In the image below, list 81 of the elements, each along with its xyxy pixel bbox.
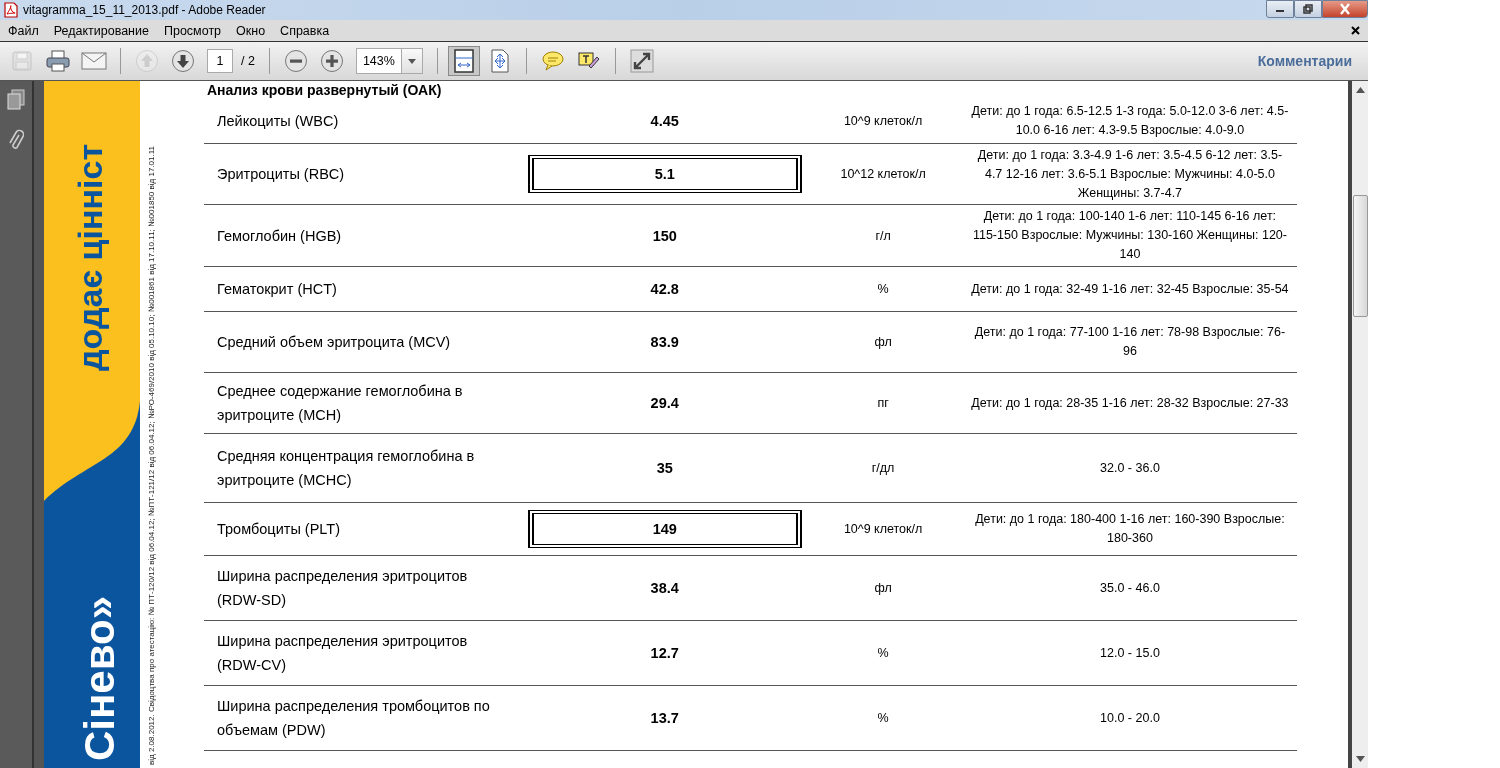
- menu-item[interactable]: Окно: [236, 23, 273, 38]
- unit-text: г/л: [875, 228, 891, 243]
- zoom-dropdown[interactable]: 143%: [355, 48, 423, 74]
- scroll-up-icon[interactable]: [1355, 87, 1365, 93]
- result-value: 12.7: [649, 644, 680, 663]
- result-value: 5.1: [527, 155, 802, 193]
- result-value: 83.9: [649, 333, 680, 352]
- reference-range: Дети: до 1 года: 32-49 1-16 лет: 32-45 Взрослые: 35-54: [971, 281, 1289, 296]
- close-icon[interactable]: [1351, 26, 1360, 35]
- menu-item[interactable]: Редактирование: [53, 23, 156, 38]
- unit-text: %: [877, 282, 889, 296]
- test-name: Гемоглобин (HGB): [217, 226, 343, 246]
- reference-range: 12.0 - 15.0: [1100, 645, 1160, 660]
- menu-item[interactable]: Файл: [8, 23, 46, 38]
- menu-item[interactable]: Справка: [280, 23, 337, 38]
- reference-range: Дети: до 1 года: 100-140 1-6 лет: 110-145 6-16 лет: 115-150 Взрослые: Мужчины: 130-160 Женщины: 120-140: [972, 209, 1287, 261]
- result-value: 149: [527, 510, 802, 548]
- reference-range: Дети: до 1 года: 28-35 1-16 лет: 28-32 Взрослые: 27-33: [971, 395, 1289, 410]
- speech-bubble-icon: [540, 50, 565, 72]
- reference-range: Дети: до 1 года: 3.3-4.9 1-6 лет: 3.5-4.5 6-12 лет: 3.5-4.7 12-16 лет: 3.6-5.1 Взрослые: Мужчины: 4.0-5.0 Женщины: 3.7-4.7: [977, 147, 1283, 200]
- test-name: Эритроциты (RBC): [217, 165, 346, 184]
- caret-icon: [407, 58, 416, 64]
- pages-icon[interactable]: [7, 89, 25, 111]
- unit-text: 10^9 клеток/л: [843, 114, 923, 128]
- test-name: Среднее содержание гемоглобина в эритроците (MCH): [217, 382, 464, 425]
- plus-icon: [319, 49, 344, 73]
- unit-text: 10^9 клеток/л: [843, 522, 923, 536]
- result-value: 35: [655, 459, 674, 478]
- unit-text: %: [877, 646, 889, 660]
- unit-text: %: [877, 711, 889, 725]
- certificate-note: від 2.08.2012. Свідоцтва про атестацію: № ПТ-120/12 від 06.04.12; №ПТ-121/12 від 06.04.12; №РО-469/2010 від 05.10.10; №001861 від 17.10.11; №001850 від 17.01.11: [147, 146, 156, 765]
- brand-text: Сінево»: [76, 596, 123, 761]
- test-name: Средняя концентрация гемоглобина в эритроците (MCHC): [217, 447, 476, 490]
- scrollbar-thumb[interactable]: [1352, 195, 1368, 317]
- vertical-scrollbar[interactable]: [1348, 81, 1368, 768]
- comments-link[interactable]: Комментарии: [1257, 53, 1352, 69]
- reference-range: 35.0 - 46.0: [1100, 580, 1160, 595]
- result-value: 150: [651, 226, 678, 246]
- pdf-file-icon: [4, 2, 18, 18]
- test-name: Тромбоциты (PLT): [217, 520, 342, 539]
- restore-button[interactable]: [1294, 0, 1322, 18]
- reference-range: Дети: до 1 года: 6.5-12.5 1-3 года: 5.0-12.0 3-6 лет: 4.5-10.0 6-16 лет: 4.3-9.5 Взрослые: 4.0-9.0: [971, 104, 1289, 137]
- close-icon: [1338, 3, 1352, 15]
- printer-icon: [45, 49, 71, 73]
- reference-range: 32.0 - 36.0: [1100, 460, 1160, 475]
- test-name: Лейкоциты (WBC): [217, 112, 340, 131]
- test-name: Ширина распределения эритроцитов (RDW-CV): [217, 632, 469, 675]
- result-value: 29.4: [649, 394, 680, 413]
- window-title: vitagramma_15_11_2013.pdf - Adobe Reader: [23, 3, 266, 17]
- section-title: Анализ крови развернутый (ОАК): [206, 81, 443, 99]
- page-icon: [452, 49, 475, 73]
- reference-range: 10.0 - 20.0: [1100, 710, 1160, 725]
- test-name: Гематокрит (HCT): [217, 280, 338, 299]
- close-button[interactable]: [1322, 0, 1368, 18]
- minus-icon: [283, 49, 308, 73]
- page-number-field[interactable]: 1: [207, 49, 233, 73]
- test-name: Ширина распределения эритроцитов (RDW-SD): [217, 567, 469, 610]
- envelope-icon: [81, 51, 107, 71]
- page-arrows-icon: [488, 49, 511, 73]
- unit-text: фл: [874, 335, 892, 349]
- menu-item[interactable]: Просмотр: [163, 23, 229, 38]
- result-value: 13.7: [649, 709, 680, 728]
- unit-text: пг: [877, 396, 889, 410]
- test-name: Средний объем эритроцита (MCV): [217, 333, 452, 352]
- result-value: 38.4: [649, 579, 680, 598]
- test-name: Ширина распределения тромбоцитов по объемам (PDW): [217, 697, 491, 740]
- expand-icon: [629, 49, 654, 73]
- reference-range: Дети: до 1 года: 77-100 1-16 лет: 78-98 Взрослые: 76-96: [974, 325, 1286, 358]
- slogan-text: додає цінніст: [71, 143, 109, 371]
- paperclip-icon[interactable]: [8, 129, 24, 151]
- unit-text: г/дл: [871, 461, 895, 475]
- restore-icon: [1302, 4, 1314, 14]
- unit-text: фл: [874, 581, 892, 595]
- reference-range: Дети: до 1 года: 180-400 1-16 лет: 160-390 Взрослые: 180-360: [975, 512, 1285, 545]
- unit-text: 10^12 клеток/л: [840, 167, 926, 181]
- result-value: 4.45: [649, 112, 680, 131]
- minimize-button[interactable]: [1266, 0, 1294, 18]
- scroll-down-icon[interactable]: [1355, 756, 1365, 762]
- toolbar-button[interactable]: [447, 46, 480, 76]
- result-value: 42.8: [649, 280, 680, 299]
- page-count: / 2: [241, 54, 255, 68]
